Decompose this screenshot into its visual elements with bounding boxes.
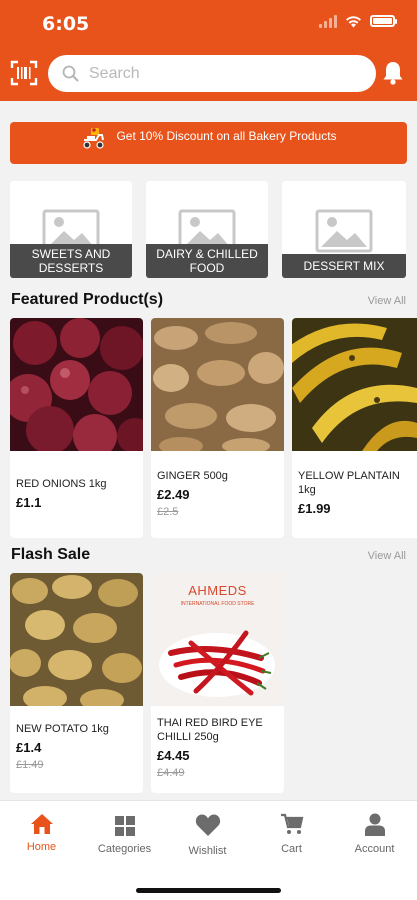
tab-label: Cart — [281, 843, 302, 855]
product-card-new-potato[interactable]: NEW POTATO 1kg £1.4 £1.49 — [10, 573, 143, 793]
product-name: RED ONIONS 1kg — [16, 478, 107, 490]
category-card-dairy[interactable]: DAIRY & CHILLED FOOD — [146, 181, 268, 278]
wifi-icon — [346, 15, 361, 27]
search-bar[interactable] — [48, 55, 376, 92]
tab-categories[interactable]: Categories — [83, 815, 166, 855]
category-card-dessert-mix[interactable]: DESSERT MIX — [282, 181, 406, 278]
delivery-scooter-icon — [83, 128, 105, 149]
tab-label: Home — [26, 841, 57, 853]
product-price: £1.4 — [16, 740, 42, 755]
search-icon — [62, 65, 79, 82]
product-name: NEW POTATO 1kg — [16, 723, 109, 735]
promo-text: Get 10% Discount on all Bakery Products — [116, 129, 337, 143]
battery-icon — [370, 15, 397, 27]
cellular-signal-icon — [319, 14, 337, 28]
tab-account[interactable]: Account — [333, 813, 416, 855]
flash-sale-view-all-link[interactable]: View All — [368, 550, 406, 562]
home-indicator — [136, 888, 281, 893]
product-price: £1.99 — [298, 501, 331, 516]
bell-icon[interactable] — [382, 60, 404, 86]
tab-label: Account — [354, 843, 395, 855]
product-image: AHMEDS INTERNATIONAL FOOD STORE — [151, 573, 284, 706]
promo-banner[interactable]: Get 10% Discount on all Bakery Products — [10, 122, 407, 164]
status-time: 6:05 — [42, 13, 90, 35]
product-card-thai-chilli[interactable]: AHMEDS INTERNATIONAL FOOD STORE THAI RED… — [151, 573, 284, 793]
product-image — [10, 573, 143, 706]
product-image — [10, 318, 143, 451]
product-price: £4.45 — [157, 748, 190, 763]
product-image — [151, 318, 284, 451]
featured-title: Featured Product(s) — [11, 291, 164, 308]
account-icon — [364, 813, 385, 836]
product-name: YELLOW PLANTAIN 1kg — [298, 470, 400, 496]
tab-wishlist[interactable]: Wishlist — [166, 813, 249, 857]
product-old-price: £2.5 — [157, 506, 179, 518]
bottom-tab-bar: Home Categories Wishlist Cart Account — [0, 800, 417, 900]
tab-home[interactable]: Home — [0, 813, 83, 853]
product-old-price: £1.49 — [16, 759, 44, 771]
product-price: £1.1 — [16, 495, 42, 510]
heart-icon — [195, 814, 220, 836]
product-price: £2.49 — [157, 487, 190, 502]
status-icons — [319, 14, 397, 28]
category-card-sweets[interactable]: SWEETS AND DESSERTS — [10, 181, 132, 278]
product-old-price: £4.49 — [157, 767, 185, 779]
tab-cart[interactable]: Cart — [250, 813, 333, 855]
category-label: DESSERT MIX — [282, 254, 406, 278]
flash-sale-title: Flash Sale — [11, 546, 91, 563]
cart-icon — [280, 813, 303, 834]
featured-view-all-link[interactable]: View All — [368, 295, 406, 307]
app-header: 6:05 — [0, 0, 417, 101]
product-card-ginger[interactable]: GINGER 500g £2.49 £2.5 — [151, 318, 284, 538]
search-input[interactable] — [89, 64, 339, 83]
category-label: SWEETS AND DESSERTS — [10, 244, 132, 278]
categories-grid-icon — [114, 816, 135, 836]
barcode-scan-icon[interactable] — [10, 60, 38, 86]
home-icon — [30, 814, 53, 834]
product-card-yellow-plantain[interactable]: YELLOW PLANTAIN 1kg £1.99 — [292, 318, 417, 538]
product-name: GINGER 500g — [157, 470, 228, 482]
product-card-red-onions[interactable]: RED ONIONS 1kg £1.1 — [10, 318, 143, 538]
tab-label: Wishlist — [188, 845, 227, 857]
category-label: DAIRY & CHILLED FOOD — [146, 244, 268, 278]
product-name: THAI RED BIRD EYE CHILLI 250g — [157, 717, 263, 743]
product-image — [292, 318, 417, 451]
tab-label: Categories — [97, 843, 152, 855]
